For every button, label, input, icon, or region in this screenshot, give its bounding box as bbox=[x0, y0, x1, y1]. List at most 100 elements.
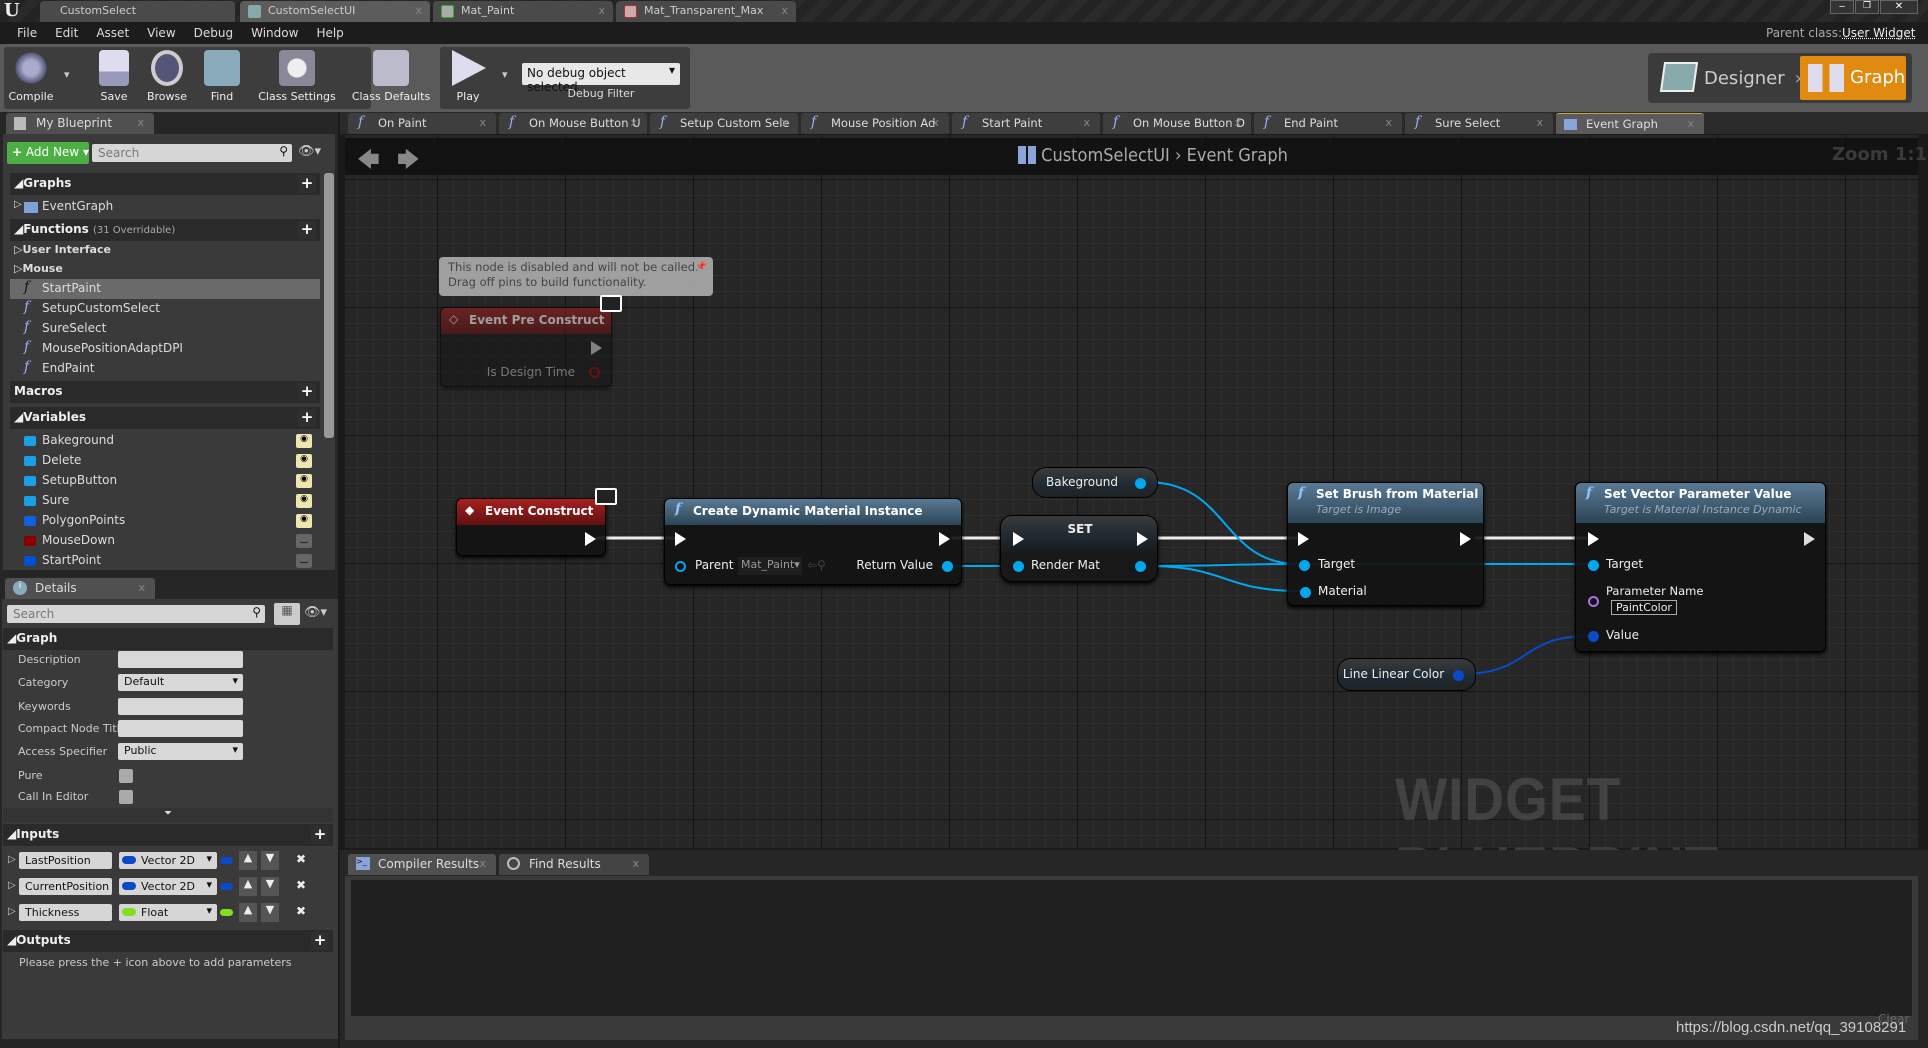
add-output-button[interactable]: + bbox=[311, 932, 329, 950]
render-mat-out-pin[interactable] bbox=[1135, 561, 1146, 572]
close-icon[interactable]: x bbox=[1536, 116, 1543, 129]
render-mat-in-pin[interactable] bbox=[1013, 561, 1024, 572]
move-down-button[interactable]: ▼ bbox=[261, 851, 279, 870]
graph-tab[interactable]: Event Graph x bbox=[1556, 113, 1704, 134]
move-up-button[interactable]: ▲ bbox=[239, 903, 257, 922]
move-up-button[interactable]: ▲ bbox=[239, 877, 257, 896]
menu-debug[interactable]: Debug bbox=[185, 26, 242, 40]
parent-class-link[interactable]: User Widget bbox=[1842, 26, 1916, 40]
advanced-expand-arrow[interactable]: ⏷ bbox=[3, 808, 333, 822]
close-icon[interactable]: x bbox=[1234, 116, 1241, 129]
back-arrow-button[interactable]: 🡄 bbox=[357, 143, 380, 181]
exec-in-pin[interactable] bbox=[1588, 532, 1599, 546]
remove-param-button[interactable]: ✖ bbox=[296, 904, 306, 918]
close-icon[interactable]: x bbox=[781, 116, 788, 129]
section-functions[interactable]: ◢Functions (31 Overridable) + bbox=[10, 219, 320, 241]
graph-tab[interactable]: f On Paint x bbox=[348, 113, 496, 134]
scrollbar[interactable] bbox=[324, 173, 334, 438]
maximize-button[interactable]: ❐ bbox=[1855, 0, 1879, 14]
line-linear-color-variable-node[interactable]: Line Linear Color bbox=[1337, 658, 1476, 691]
close-icon[interactable]: x bbox=[1687, 117, 1694, 130]
details-search-input[interactable]: Search ⚲ bbox=[7, 605, 265, 623]
section-outputs[interactable]: ◢Outputs + bbox=[3, 930, 333, 952]
exec-out-pin[interactable] bbox=[1460, 532, 1471, 546]
find-button[interactable]: Find bbox=[200, 50, 244, 103]
compile-options-dropdown[interactable]: ▾ bbox=[64, 68, 70, 81]
bakeground-variable-node[interactable]: Bakeground bbox=[1032, 467, 1158, 498]
graph-tab[interactable]: f Sure Select x bbox=[1405, 113, 1553, 134]
close-icon[interactable]: x bbox=[630, 116, 637, 129]
move-up-button[interactable]: ▲ bbox=[239, 851, 257, 870]
graph-tab[interactable]: f End Paint x bbox=[1254, 113, 1402, 134]
doc-tab-customselect[interactable]: CustomSelect bbox=[40, 1, 235, 22]
remove-param-button[interactable]: ✖ bbox=[296, 852, 306, 866]
close-icon[interactable]: x bbox=[632, 857, 639, 870]
pin-icon[interactable]: 📌 bbox=[696, 260, 707, 275]
param-type-dropdown[interactable]: Vector 2D bbox=[119, 852, 217, 869]
eye-closed-icon[interactable]: ‿ bbox=[296, 534, 312, 548]
exec-out-pin[interactable] bbox=[585, 532, 596, 546]
doc-tab-mat-transparent-max[interactable]: Mat_Transparent_Max x bbox=[616, 1, 796, 22]
save-button[interactable]: Save bbox=[92, 50, 136, 103]
container-type-icon[interactable] bbox=[220, 857, 233, 864]
function-item[interactable]: f StartPaint bbox=[10, 279, 320, 299]
remove-param-button[interactable]: ✖ bbox=[296, 878, 306, 892]
exec-in-pin[interactable] bbox=[675, 532, 686, 546]
parent-pin[interactable] bbox=[675, 561, 686, 572]
set-vector-parameter-value-node[interactable]: f Set Vector Parameter Value Target is Mat… bbox=[1575, 482, 1826, 652]
eye-open-icon[interactable]: ◉ bbox=[296, 474, 312, 488]
designer-mode-button[interactable]: Designer › bbox=[1659, 58, 1802, 98]
set-brush-from-material-node[interactable]: f Set Brush from Material Target is Image … bbox=[1287, 482, 1484, 606]
container-type-icon[interactable] bbox=[220, 909, 233, 916]
menu-window[interactable]: Window bbox=[242, 26, 307, 40]
eye-open-icon[interactable]: ◉ bbox=[296, 434, 312, 448]
graph-tab[interactable]: f Setup Custom Sele x bbox=[650, 113, 798, 134]
text-field[interactable] bbox=[118, 698, 243, 715]
variable-item[interactable]: PolygonPoints ◉ bbox=[10, 511, 320, 531]
return-value-pin[interactable] bbox=[942, 561, 953, 572]
graph-tab[interactable]: f Mouse Position Ad x bbox=[801, 113, 949, 134]
checkbox[interactable] bbox=[119, 769, 133, 783]
add-function-button[interactable]: + bbox=[298, 221, 316, 239]
section-inputs[interactable]: ◢Inputs + bbox=[3, 824, 333, 846]
class-defaults-button[interactable]: Class Defaults bbox=[350, 50, 432, 103]
variable-item[interactable]: StartPoint ‿ bbox=[10, 551, 320, 571]
set-render-mat-node[interactable]: SET Render Mat bbox=[1000, 515, 1158, 582]
breadcrumb-asset[interactable]: CustomSelectUI bbox=[1041, 145, 1170, 166]
add-variable-button[interactable]: + bbox=[298, 409, 316, 427]
value-pin[interactable] bbox=[1588, 631, 1599, 642]
class-settings-button[interactable]: Class Settings bbox=[256, 50, 338, 103]
menu-help[interactable]: Help bbox=[307, 26, 352, 40]
param-type-dropdown[interactable]: Vector 2D bbox=[119, 878, 217, 895]
compile-button[interactable]: Compile bbox=[6, 50, 56, 103]
close-window-button[interactable]: ✕ bbox=[1880, 0, 1918, 14]
list-item-eventgraph[interactable]: ▷ EventGraph bbox=[10, 197, 320, 217]
visibility-eye-dropdown[interactable]: 👁▾ bbox=[304, 605, 327, 620]
eye-open-icon[interactable]: ◉ bbox=[296, 494, 312, 508]
variable-item[interactable]: Delete ◉ bbox=[10, 451, 320, 471]
minimize-button[interactable]: ‒ bbox=[1830, 0, 1854, 14]
function-item[interactable]: f EndPaint bbox=[10, 359, 320, 379]
visibility-eye-dropdown[interactable]: 👁▾ bbox=[298, 144, 321, 159]
parameter-name-input[interactable]: PaintColor bbox=[1611, 600, 1677, 615]
expand-arrow-icon[interactable]: ▷ bbox=[8, 906, 16, 917]
move-down-button[interactable]: ▼ bbox=[261, 903, 279, 922]
tab-my-blueprint[interactable]: My Blueprint x bbox=[6, 113, 154, 134]
play-options-dropdown[interactable]: ▾ bbox=[502, 68, 508, 81]
play-button[interactable]: Play bbox=[446, 50, 490, 103]
doc-tab-customselectui[interactable]: CustomSelectUI x bbox=[240, 1, 430, 22]
event-pre-construct-node[interactable]: ◇ Event Pre Construct Is Design Time bbox=[440, 307, 612, 387]
variable-item[interactable]: SetupButton ◉ bbox=[10, 471, 320, 491]
section-variables[interactable]: ◢Variables + bbox=[10, 407, 320, 429]
close-icon[interactable]: x bbox=[1385, 116, 1392, 129]
target-pin[interactable] bbox=[1299, 560, 1310, 571]
function-item[interactable]: f MousePositionAdaptDPI bbox=[10, 339, 320, 359]
graph-tab[interactable]: f On Mouse Button Ux bbox=[499, 113, 647, 134]
close-icon[interactable]: x bbox=[932, 116, 939, 129]
param-type-dropdown[interactable]: Float bbox=[119, 904, 217, 921]
menu-file[interactable]: File bbox=[8, 26, 46, 40]
category-mouse[interactable]: ▷Mouse bbox=[10, 260, 320, 280]
create-dynamic-material-instance-node[interactable]: f Create Dynamic Material Instance Parent… bbox=[664, 498, 962, 585]
output-pin[interactable] bbox=[1453, 670, 1464, 681]
function-item[interactable]: f SureSelect bbox=[10, 319, 320, 339]
